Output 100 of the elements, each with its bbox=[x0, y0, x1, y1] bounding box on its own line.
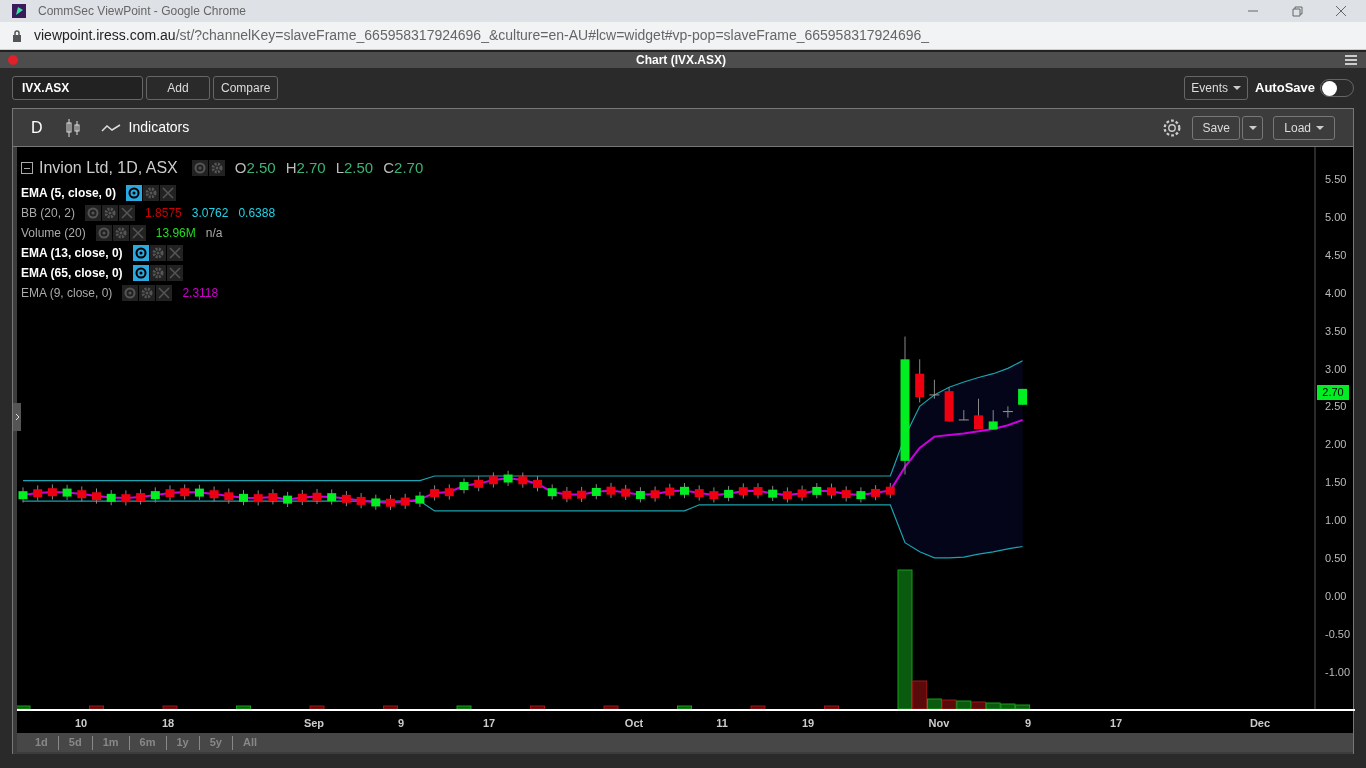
indicator-value: 3.0762 bbox=[191, 204, 229, 222]
autosave-toggle[interactable] bbox=[1320, 79, 1354, 97]
volume-bar bbox=[750, 705, 766, 710]
indicator-value: 2.3118 bbox=[182, 284, 219, 302]
candlestick bbox=[18, 486, 28, 504]
y-axis-label: 0.50 bbox=[1325, 552, 1347, 564]
candlestick bbox=[341, 490, 351, 507]
indicators-button[interactable]: Indicators bbox=[100, 117, 190, 138]
save-options-button[interactable] bbox=[1242, 115, 1264, 140]
load-dropdown[interactable]: Load bbox=[1273, 115, 1335, 140]
panel-title: Chart (IVX.ASX) bbox=[635, 52, 727, 69]
x-axis-label: 17 bbox=[482, 716, 496, 731]
indicator-value: 0.6388 bbox=[238, 204, 276, 222]
window-title: CommSec ViewPoint - Google Chrome bbox=[38, 3, 246, 20]
volume-bar bbox=[456, 705, 472, 710]
volume-bar bbox=[162, 705, 178, 710]
restore-icon[interactable] bbox=[1290, 4, 1304, 18]
address-bar[interactable]: viewpoint.iress.com.au/st/?channelKey=slaveFrame_665958317924696_&culture=en-AU#lcw=widget#vp-pop=slaveFrame_665958317924696_ bbox=[0, 22, 1366, 50]
indicator-name: EMA (65, close, 0) bbox=[21, 264, 123, 282]
candlestick bbox=[621, 484, 631, 501]
indicator-name: Volume (20) bbox=[21, 224, 86, 242]
indicator-name: EMA (5, close, 0) bbox=[21, 184, 116, 202]
y-axis-label: 5.00 bbox=[1325, 210, 1347, 223]
volume-bar bbox=[530, 705, 545, 710]
candlestick bbox=[1002, 405, 1014, 419]
candlestick bbox=[165, 484, 175, 502]
x-axis-label: Oct bbox=[624, 716, 644, 731]
candlestick bbox=[518, 472, 528, 489]
candlestick bbox=[885, 482, 895, 499]
candlestick bbox=[180, 483, 190, 501]
candlestick bbox=[562, 486, 572, 503]
indicator-name: BB (20, 2) bbox=[21, 204, 76, 222]
save-button[interactable]: Save bbox=[1192, 115, 1241, 140]
indicator-name: EMA (9, close, 0) bbox=[21, 284, 113, 302]
close-icon[interactable] bbox=[156, 284, 173, 301]
symbol-input[interactable]: IVX.ASX bbox=[12, 76, 143, 100]
events-dropdown[interactable]: Events bbox=[1184, 76, 1249, 100]
close-icon[interactable] bbox=[166, 264, 183, 281]
candlestick bbox=[224, 488, 234, 505]
y-axis-label: 2.00 bbox=[1325, 438, 1347, 451]
candlestick bbox=[253, 489, 263, 507]
candlestick bbox=[753, 482, 763, 499]
url-text: viewpoint.iress.com.au/st/?channelKey=slaveFrame_665958317924696_&culture=en-AU#lcw=widget#vp-pop=slaveFrame_665958317924696_ bbox=[34, 26, 930, 45]
x-axis-label: 9 bbox=[1024, 716, 1032, 731]
chevron-icon bbox=[14, 413, 20, 421]
candlestick bbox=[327, 488, 337, 506]
candlestick bbox=[724, 485, 734, 502]
toolbar-button[interactable]: Add bbox=[146, 76, 210, 100]
volume-bar bbox=[603, 705, 619, 710]
menu-icon[interactable] bbox=[1344, 54, 1358, 66]
close-icon[interactable] bbox=[1334, 4, 1348, 18]
candlestick bbox=[312, 488, 322, 505]
eye-icon[interactable] bbox=[132, 244, 149, 261]
x-axis-label: Nov bbox=[928, 716, 950, 731]
ohlc-value: H2.70 bbox=[285, 157, 326, 178]
candlestick bbox=[665, 483, 675, 500]
eye-icon[interactable] bbox=[125, 184, 142, 201]
candlestick bbox=[297, 489, 307, 506]
candlestick bbox=[871, 484, 881, 501]
collapse-button[interactable] bbox=[21, 162, 33, 174]
y-axis-label: 1.50 bbox=[1325, 476, 1347, 489]
price-tag: 2.70 bbox=[1317, 385, 1349, 400]
candlestick bbox=[812, 482, 822, 499]
ohlc-value: L2.50 bbox=[335, 157, 374, 178]
candlestick bbox=[150, 486, 160, 503]
ohlc-value: C2.70 bbox=[383, 157, 424, 178]
toolbar-button[interactable]: Compare bbox=[213, 76, 279, 100]
y-axis-label: 5.50 bbox=[1325, 173, 1347, 185]
autosave-label: AutoSave bbox=[1255, 79, 1315, 98]
app-logo-icon bbox=[12, 4, 26, 18]
close-icon[interactable] bbox=[166, 244, 183, 261]
candlestick bbox=[797, 485, 807, 502]
candlestick bbox=[650, 486, 660, 503]
eye-icon[interactable] bbox=[132, 264, 149, 281]
candlestick bbox=[47, 483, 57, 501]
volume-bar bbox=[677, 705, 692, 710]
candlestick-icon[interactable] bbox=[64, 117, 81, 138]
candlestick bbox=[356, 492, 366, 509]
indicator-name: EMA (13, close, 0) bbox=[21, 244, 123, 262]
y-axis-label: 3.00 bbox=[1325, 362, 1347, 375]
side-panel-handle[interactable] bbox=[13, 403, 21, 431]
gear-icon[interactable] bbox=[102, 204, 119, 221]
x-axis-label: 9 bbox=[397, 716, 405, 731]
x-axis-label: Dec bbox=[1249, 716, 1271, 731]
candlestick bbox=[547, 483, 557, 501]
instrument-title: Invion Ltd, 1D, ASX bbox=[39, 158, 178, 178]
close-icon[interactable] bbox=[159, 184, 176, 201]
candlestick bbox=[194, 484, 204, 501]
x-axis-label: 18 bbox=[161, 716, 175, 731]
candlestick bbox=[694, 484, 704, 502]
ohlc-value: O2.50 bbox=[234, 157, 276, 178]
candlestick bbox=[268, 488, 278, 505]
x-axis-label: 11 bbox=[716, 716, 728, 731]
candlestick bbox=[444, 483, 454, 501]
candlestick bbox=[827, 483, 836, 500]
gear-icon[interactable] bbox=[208, 160, 225, 176]
candlestick bbox=[430, 484, 440, 501]
x-axis-label: Sep bbox=[303, 716, 325, 731]
y-axis-label: 0.00 bbox=[1325, 589, 1347, 602]
period-button[interactable]: D bbox=[31, 115, 43, 140]
